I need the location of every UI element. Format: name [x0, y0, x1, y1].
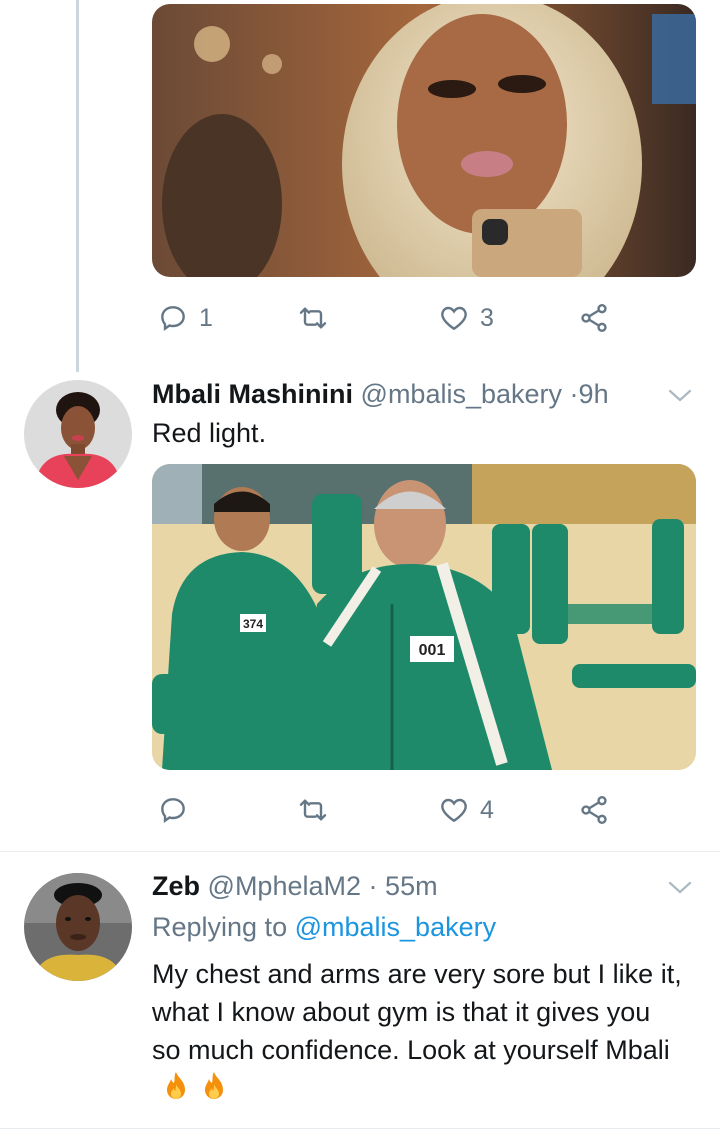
- heart-icon: [441, 798, 467, 823]
- reply-button[interactable]: 1: [157, 298, 213, 338]
- heart-icon: [441, 306, 467, 331]
- avatar-zeb[interactable]: [24, 873, 132, 981]
- timestamp[interactable]: 55m: [385, 871, 438, 901]
- fire-emoji: [167, 1072, 185, 1099]
- thread-connector-line: [76, 0, 79, 372]
- like-button[interactable]: 3: [438, 298, 494, 338]
- retweet-icon: [299, 799, 327, 821]
- replying-to-line: Replying to @mbalis_bakery: [152, 910, 496, 944]
- retweet-icon: [299, 307, 327, 329]
- separator-dot: ·: [569, 379, 579, 409]
- like-count: 4: [480, 795, 494, 824]
- like-count: 3: [480, 303, 494, 332]
- retweet-button[interactable]: [297, 790, 339, 830]
- tweet-text: My chest and arms are very sore but I li…: [152, 959, 682, 1065]
- handle[interactable]: @MphelaM2: [208, 871, 361, 901]
- chevron-down-icon[interactable]: [665, 386, 695, 406]
- share-icon: [581, 304, 607, 332]
- tweet2-header: Mbali Mashinini @mbalis_bakery ·9h: [152, 377, 609, 411]
- display-name[interactable]: Zeb: [152, 871, 200, 901]
- timestamp[interactable]: 9h: [579, 379, 609, 409]
- share-button[interactable]: [578, 790, 610, 830]
- share-button[interactable]: [578, 298, 610, 338]
- handle[interactable]: @mbalis_bakery: [361, 379, 563, 409]
- replying-to-handle[interactable]: @mbalis_bakery: [295, 912, 497, 942]
- separator-dot: ·: [368, 871, 378, 901]
- retweet-button[interactable]: [297, 298, 339, 338]
- fire-emoji: [205, 1072, 223, 1099]
- reply-count: 1: [199, 303, 213, 332]
- reply-icon: [161, 306, 185, 331]
- tweet2-action-bar: 4: [152, 790, 622, 830]
- player-number-374: 374: [243, 617, 263, 631]
- reply-button[interactable]: [157, 790, 199, 830]
- tweet-media-selfie[interactable]: [152, 4, 696, 277]
- tweet3-header: Zeb @MphelaM2 · 55m: [152, 869, 438, 903]
- tweet-text: Red light.: [152, 418, 267, 448]
- tweet-text-block: My chest and arms are very sore but I li…: [152, 955, 682, 1107]
- replying-to-label: Replying to: [152, 912, 288, 942]
- bottom-divider: [0, 1128, 720, 1129]
- tweet-media-squid-game[interactable]: 374 001: [152, 464, 696, 770]
- avatar-mbali[interactable]: [24, 380, 132, 488]
- reply-icon: [161, 798, 185, 823]
- tweet1-action-bar: 1 3: [152, 298, 622, 338]
- like-button[interactable]: 4: [438, 790, 494, 830]
- chevron-down-icon[interactable]: [665, 878, 695, 898]
- share-icon: [581, 796, 607, 824]
- display-name[interactable]: Mbali Mashinini: [152, 379, 353, 409]
- tweet-divider: [0, 851, 720, 852]
- player-number-001: 001: [419, 642, 446, 659]
